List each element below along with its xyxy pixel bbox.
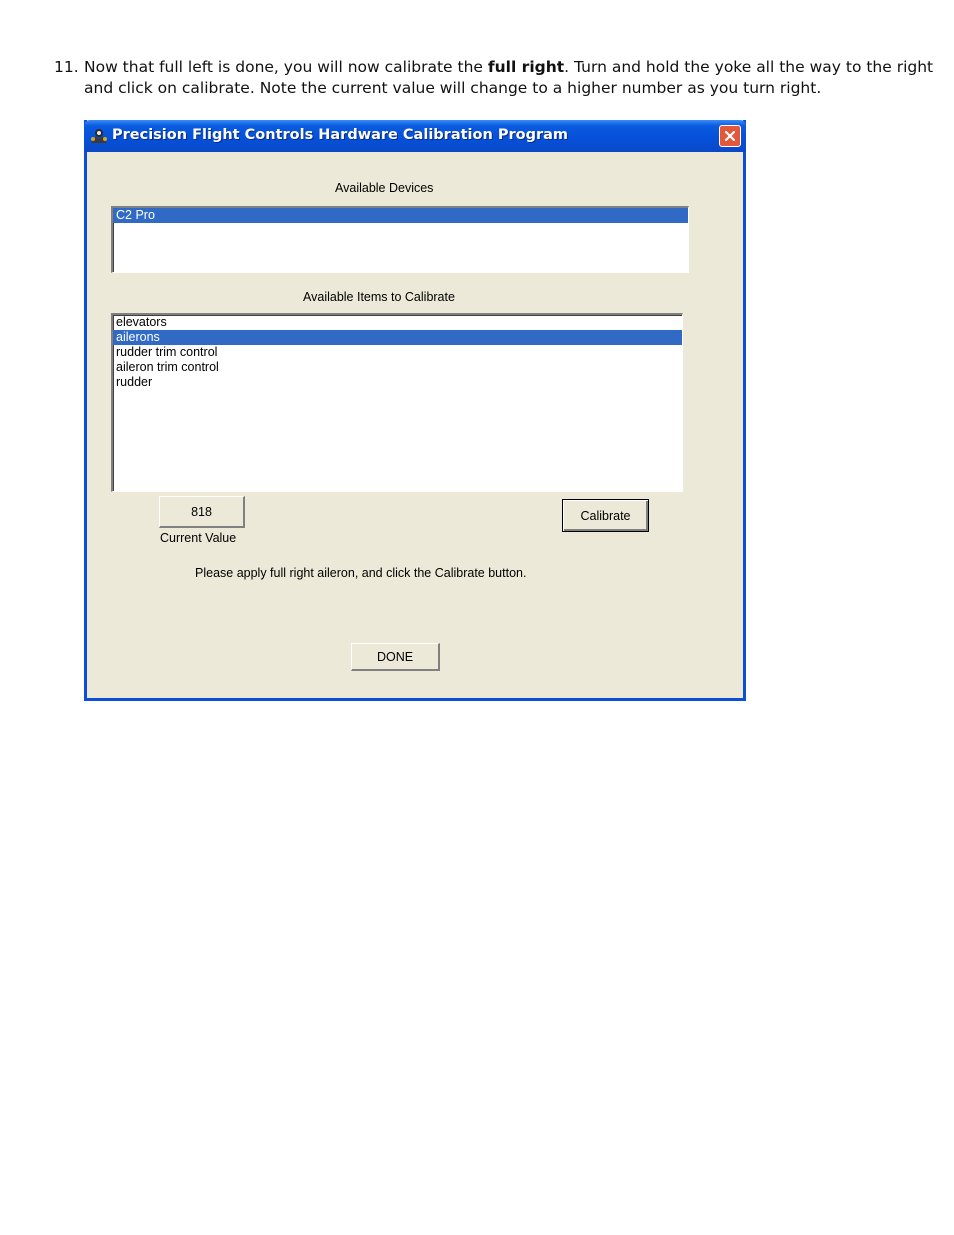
device-item-c2-pro[interactable]: C2 Pro (113, 208, 688, 223)
step-text-bold: full right (487, 58, 565, 76)
items-label: Available Items to Calibrate (303, 290, 455, 304)
calibration-window: Precision Flight Controls Hardware Calib… (84, 120, 746, 701)
done-button[interactable]: DONE (351, 643, 440, 671)
list-item-ailerons[interactable]: ailerons (113, 330, 682, 345)
list-item-rudder-trim-control[interactable]: rudder trim control (113, 345, 682, 360)
step-text: Now that full left is done, you will now… (84, 57, 934, 99)
close-icon (724, 130, 736, 142)
list-item-elevators[interactable]: elevators (113, 315, 682, 330)
current-value-display: 818 (159, 496, 245, 528)
step-number: 11. (54, 58, 79, 76)
instruction-text: Please apply full right aileron, and cli… (195, 566, 527, 580)
devices-listbox[interactable]: C2 Pro (111, 206, 689, 273)
calibrate-button[interactable]: Calibrate (562, 499, 649, 532)
window-title: Precision Flight Controls Hardware Calib… (112, 127, 568, 143)
items-listbox[interactable]: elevators ailerons rudder trim control a… (111, 313, 683, 492)
list-item-rudder[interactable]: rudder (113, 375, 682, 390)
close-button[interactable] (719, 125, 741, 147)
devices-label: Available Devices (335, 181, 434, 195)
app-icon (91, 129, 107, 143)
current-value-label: Current Value (160, 531, 237, 545)
step-text-before: Now that full left is done, you will now… (84, 58, 488, 76)
title-bar[interactable]: Precision Flight Controls Hardware Calib… (84, 120, 746, 152)
list-item-aileron-trim-control[interactable]: aileron trim control (113, 360, 682, 375)
